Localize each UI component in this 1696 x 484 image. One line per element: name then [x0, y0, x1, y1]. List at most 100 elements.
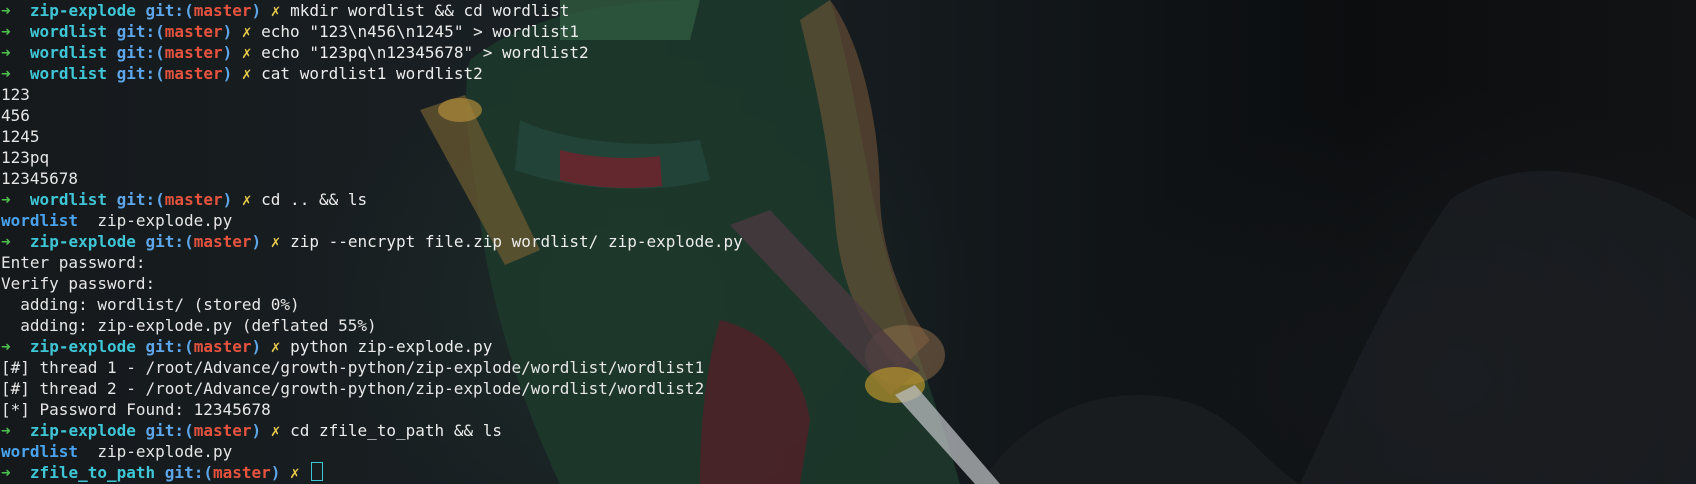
git-branch: master [164, 64, 223, 83]
prompt-arrow-icon: ➜ [1, 190, 11, 209]
git-label: git:( [145, 337, 194, 356]
prompt-line: ➜ wordlist git:(master) ✗ echo "123pq\n1… [0, 42, 1696, 63]
prompt-directory: zfile_to_path [29, 463, 156, 482]
git-label-close: ) [222, 190, 233, 209]
prompt-directory: wordlist [29, 190, 107, 209]
ls-directory-entry: wordlist [1, 211, 79, 230]
output-line: 12345678 [0, 168, 1696, 189]
prompt-directory: wordlist [29, 64, 107, 83]
git-label-close: ) [270, 463, 281, 482]
git-label: git:( [145, 1, 194, 20]
output-line: 123 [0, 84, 1696, 105]
prompt-arrow-icon: ➜ [1, 22, 11, 41]
output-line: [*] Password Found: 12345678 [0, 399, 1696, 420]
git-branch: master [212, 463, 271, 482]
output-line: Enter password: [0, 252, 1696, 273]
prompt-line: ➜ zip-explode git:(master) ✗ python zip-… [0, 336, 1696, 357]
git-branch: master [164, 22, 223, 41]
output-line: adding: wordlist/ (stored 0%) [0, 294, 1696, 315]
prompt-line: ➜ wordlist git:(master) ✗ cd .. && ls [0, 189, 1696, 210]
prompt-arrow-icon: ➜ [1, 64, 11, 83]
terminal-output[interactable]: ➜ zip-explode git:(master) ✗ mkdir wordl… [0, 0, 1696, 484]
git-branch: master [193, 337, 252, 356]
prompt-line: ➜ wordlist git:(master) ✗ echo "123\n456… [0, 21, 1696, 42]
git-label-close: ) [251, 232, 262, 251]
output-text: [*] Password Found: 12345678 [1, 400, 271, 419]
output-text: [#] thread 2 - /root/Advance/growth-pyth… [1, 379, 705, 398]
git-label-close: ) [251, 337, 262, 356]
git-label: git:( [164, 463, 213, 482]
command-text: zip --encrypt file.zip wordlist/ zip-exp… [290, 232, 743, 251]
prompt-directory: zip-explode [29, 1, 136, 20]
ls-directory-entry: wordlist [1, 442, 79, 461]
git-branch: master [193, 1, 252, 20]
output-line: [#] thread 2 - /root/Advance/growth-pyth… [0, 378, 1696, 399]
git-label: git:( [116, 64, 165, 83]
git-branch: master [164, 190, 223, 209]
dirty-mark-icon: ✗ [270, 421, 281, 440]
git-label-close: ) [222, 22, 233, 41]
output-text: Enter password: [1, 253, 146, 272]
ls-output-line: wordlist zip-explode.py [0, 441, 1696, 462]
git-label-close: ) [222, 64, 233, 83]
git-branch: master [193, 232, 252, 251]
prompt-line: ➜ zip-explode git:(master) ✗ zip --encry… [0, 231, 1696, 252]
output-text: 123 [1, 85, 30, 104]
dirty-mark-icon: ✗ [241, 43, 252, 62]
output-text: adding: zip-explode.py (deflated 55%) [1, 316, 377, 335]
git-label-close: ) [251, 1, 262, 20]
output-text: [#] thread 1 - /root/Advance/growth-pyth… [1, 358, 705, 377]
output-line: 1245 [0, 126, 1696, 147]
command-text: cat wordlist1 wordlist2 [261, 64, 483, 83]
ls-file-entry: zip-explode.py [97, 211, 233, 230]
terminal-window[interactable]: ➜ zip-explode git:(master) ✗ mkdir wordl… [0, 0, 1696, 484]
output-text: 456 [1, 106, 30, 125]
prompt-directory: wordlist [29, 43, 107, 62]
prompt-line: ➜ wordlist git:(master) ✗ cat wordlist1 … [0, 63, 1696, 84]
prompt-directory: zip-explode [29, 421, 136, 440]
output-text: 12345678 [1, 169, 79, 188]
output-text: 123pq [1, 148, 50, 167]
git-label: git:( [145, 232, 194, 251]
ls-file-entry: zip-explode.py [97, 442, 233, 461]
prompt-arrow-icon: ➜ [1, 232, 11, 251]
dirty-mark-icon: ✗ [241, 22, 252, 41]
command-text: cd .. && ls [261, 190, 368, 209]
command-text: mkdir wordlist && cd wordlist [290, 1, 570, 20]
ls-output-line: wordlist zip-explode.py [0, 210, 1696, 231]
output-text: 1245 [1, 127, 40, 146]
git-label: git:( [116, 190, 165, 209]
dirty-mark-icon: ✗ [241, 64, 252, 83]
command-text: echo "123\n456\n1245" > wordlist1 [261, 22, 580, 41]
output-line: 456 [0, 105, 1696, 126]
active-prompt-line: ➜ zfile_to_path git:(master) ✗ [0, 462, 1696, 483]
output-line: [#] thread 1 - /root/Advance/growth-pyth… [0, 357, 1696, 378]
prompt-arrow-icon: ➜ [1, 421, 11, 440]
prompt-arrow-icon: ➜ [1, 1, 11, 20]
git-label-close: ) [222, 43, 233, 62]
prompt-directory: zip-explode [29, 337, 136, 356]
dirty-mark-icon: ✗ [270, 1, 281, 20]
output-text: adding: wordlist/ (stored 0%) [1, 295, 300, 314]
dirty-mark-icon: ✗ [270, 232, 281, 251]
output-text: Verify password: [1, 274, 156, 293]
git-branch: master [164, 43, 223, 62]
dirty-mark-icon: ✗ [290, 463, 300, 482]
cursor[interactable] [311, 462, 324, 481]
git-label: git:( [116, 43, 165, 62]
prompt-directory: zip-explode [29, 232, 136, 251]
command-text: cd zfile_to_path && ls [290, 421, 502, 440]
command-text: python zip-explode.py [290, 337, 493, 356]
command-text: echo "123pq\n12345678" > wordlist2 [261, 43, 589, 62]
git-branch: master [193, 421, 252, 440]
output-line: Verify password: [0, 273, 1696, 294]
prompt-line: ➜ zip-explode git:(master) ✗ mkdir wordl… [0, 0, 1696, 21]
prompt-arrow-icon: ➜ [1, 337, 11, 356]
dirty-mark-icon: ✗ [270, 337, 281, 356]
git-label: git:( [145, 421, 194, 440]
prompt-arrow-icon: ➜ [1, 43, 11, 62]
prompt-line: ➜ zip-explode git:(master) ✗ cd zfile_to… [0, 420, 1696, 441]
output-line: 123pq [0, 147, 1696, 168]
output-line: adding: zip-explode.py (deflated 55%) [0, 315, 1696, 336]
prompt-arrow-icon: ➜ [1, 463, 11, 482]
